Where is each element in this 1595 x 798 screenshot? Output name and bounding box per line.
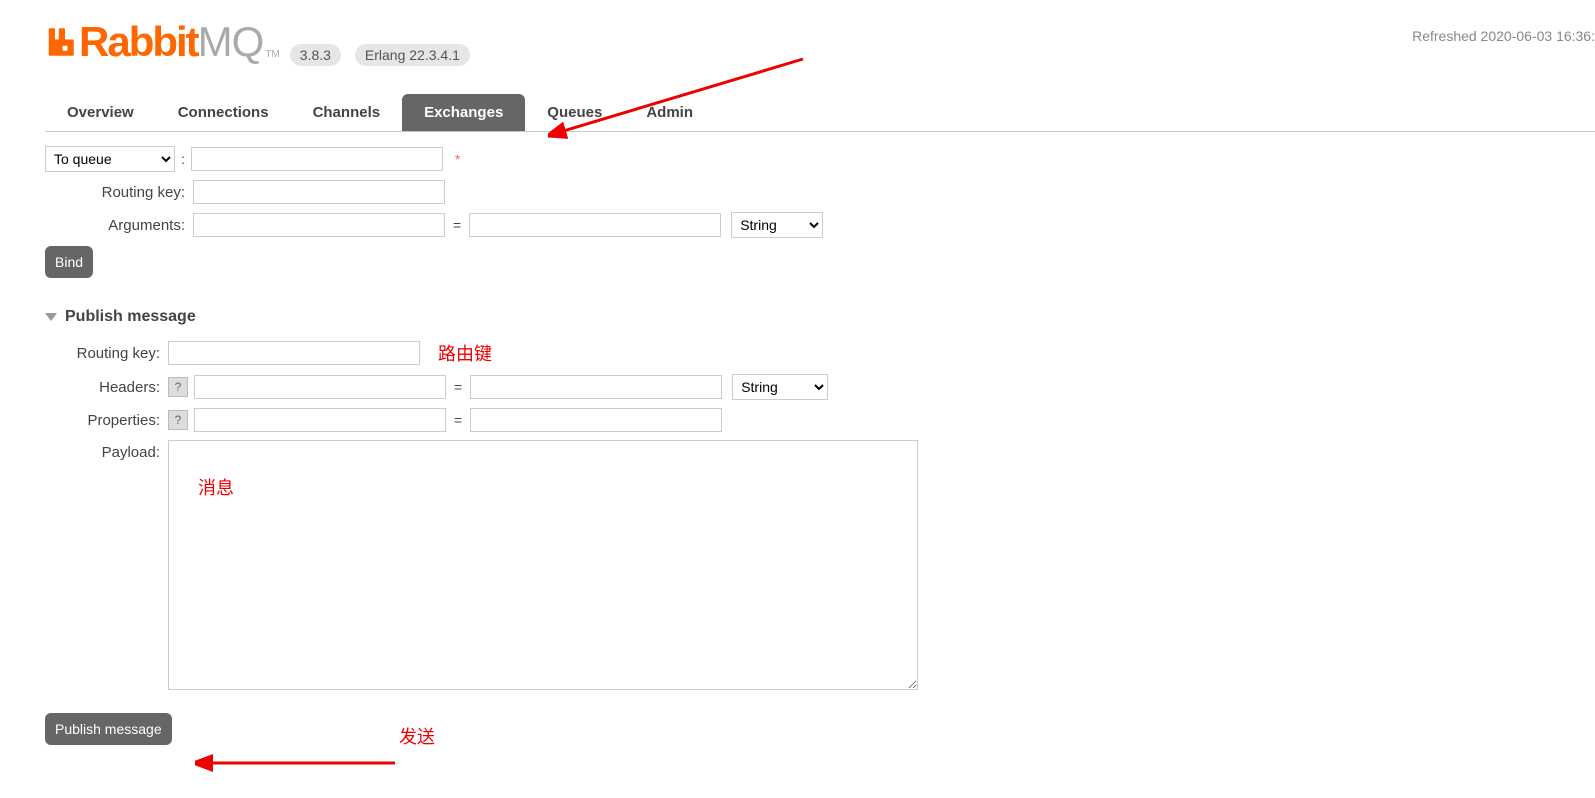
publish-header-key-input[interactable] <box>194 375 446 399</box>
publish-form: Routing key: 路由键 Headers: ? = String Pro… <box>45 340 1595 745</box>
bind-colon: : <box>175 151 191 167</box>
properties-equals: = <box>446 412 470 428</box>
tab-exchanges[interactable]: Exchanges <box>402 94 525 131</box>
tab-overview[interactable]: Overview <box>45 94 156 131</box>
bind-argument-key-input[interactable] <box>193 213 445 237</box>
publish-header-value-input[interactable] <box>470 375 722 399</box>
properties-help-icon[interactable]: ? <box>168 410 188 430</box>
chevron-down-icon <box>45 313 57 321</box>
bind-argument-type-select[interactable]: String <box>731 212 823 238</box>
headers-help-icon[interactable]: ? <box>168 377 188 397</box>
headers-equals: = <box>446 379 470 395</box>
publish-headers-label: Headers: <box>45 379 168 396</box>
arrow-to-publish-button <box>195 748 405 778</box>
annotation-send: 发送 <box>399 723 435 749</box>
bind-button[interactable]: Bind <box>45 246 93 278</box>
tab-queues[interactable]: Queues <box>525 94 624 131</box>
bind-destination-input[interactable] <box>191 147 443 171</box>
header: Rabbit MQ TM 3.8.3 Erlang 22.3.4.1 <box>45 18 1595 66</box>
publish-routing-key-input[interactable] <box>168 341 420 365</box>
erlang-badge: Erlang 22.3.4.1 <box>355 44 470 66</box>
bind-equals: = <box>445 217 469 233</box>
publish-properties-label: Properties: <box>45 412 168 429</box>
tab-admin[interactable]: Admin <box>624 94 715 131</box>
logo-rabbit-text: Rabbit <box>79 18 198 66</box>
bind-destination-select[interactable]: To queue <box>45 146 175 172</box>
tab-channels[interactable]: Channels <box>291 94 403 131</box>
publish-property-value-input[interactable] <box>470 408 722 432</box>
bind-form: To queue : * Routing key: Arguments: = S… <box>45 146 1595 278</box>
annotation-routing-key: 路由键 <box>438 340 492 366</box>
tab-connections[interactable]: Connections <box>156 94 291 131</box>
publish-payload-textarea[interactable] <box>168 440 918 690</box>
publish-section-title: Publish message <box>65 308 196 326</box>
publish-property-key-input[interactable] <box>194 408 446 432</box>
refreshed-timestamp: Refreshed 2020-06-03 16:36: <box>1412 28 1595 44</box>
required-asterisk: * <box>455 151 460 167</box>
bind-routing-key-label: Routing key: <box>45 184 193 201</box>
publish-message-button[interactable]: Publish message <box>45 713 172 745</box>
bind-arguments-label: Arguments: <box>45 217 193 234</box>
logo-mark: Rabbit <box>45 18 198 66</box>
rabbitmq-icon <box>45 27 75 57</box>
logo-tm: TM <box>265 49 279 60</box>
logo: Rabbit MQ TM <box>45 18 280 66</box>
bind-argument-value-input[interactable] <box>469 213 721 237</box>
publish-section-header[interactable]: Publish message <box>45 308 1595 326</box>
publish-header-type-select[interactable]: String <box>732 374 828 400</box>
logo-mq-text: MQ <box>198 18 264 66</box>
bind-routing-key-input[interactable] <box>193 180 445 204</box>
version-badge: 3.8.3 <box>290 44 341 66</box>
publish-payload-label: Payload: <box>45 444 168 461</box>
main-tabs: Overview Connections Channels Exchanges … <box>45 94 1595 132</box>
publish-routing-key-label: Routing key: <box>45 345 168 362</box>
annotation-payload: 消息 <box>198 474 234 500</box>
